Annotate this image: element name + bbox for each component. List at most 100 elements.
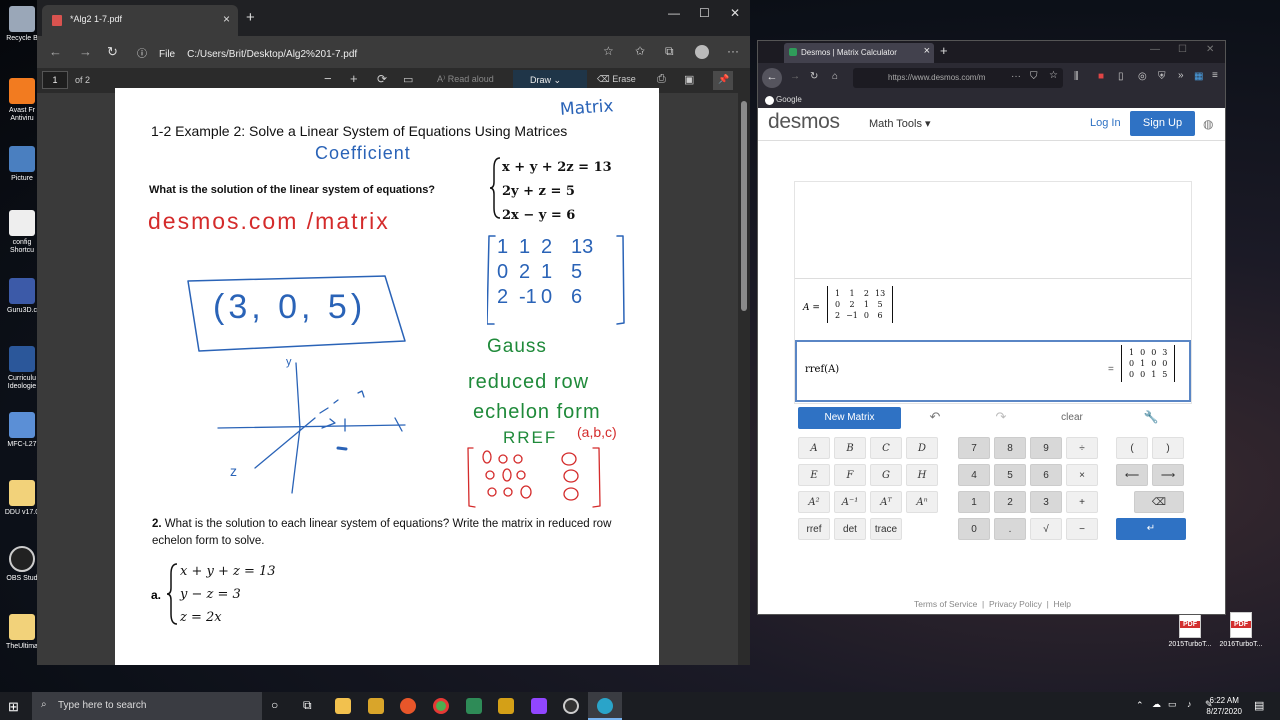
tray-chevron-icon[interactable]: ⌃ (1136, 700, 1144, 711)
privacy-link[interactable]: Privacy Policy (989, 599, 1042, 609)
signup-button[interactable]: Sign Up (1130, 111, 1195, 136)
key-left-arrow[interactable]: ⟵ (1116, 464, 1148, 486)
key-C[interactable]: C (870, 437, 902, 459)
matrix-cell[interactable]: 2 (832, 310, 843, 321)
avatar[interactable] (695, 45, 709, 59)
address-field[interactable]: ⓘ File C:/Users/Brit/Desktop/Alg2%201-7.pd… (137, 45, 357, 60)
undo-icon[interactable]: ↶ (924, 407, 946, 429)
key-close-paren[interactable]: ) (1152, 437, 1184, 459)
sidebar-icon[interactable]: ▯ (1118, 71, 1124, 82)
matrix-cell[interactable]: 6 (872, 310, 888, 321)
maximize-icon[interactable]: ☐ (699, 6, 710, 20)
favorites-icon[interactable]: ✩ (635, 44, 645, 58)
key-G[interactable]: G (870, 464, 902, 486)
new-tab-icon[interactable]: + (246, 9, 255, 26)
fit-page-icon[interactable]: ▭ (403, 73, 413, 86)
minimize-icon[interactable]: — (1150, 44, 1160, 55)
desktop-icon-ultimate[interactable]: TheUltima (2, 614, 42, 651)
forward-icon[interactable]: → (79, 44, 92, 59)
back-icon[interactable]: ← (762, 68, 782, 88)
desktop-icon-pdf-2016[interactable]: PDF 2016TurboT... (1215, 612, 1267, 648)
key-6[interactable]: 6 (1030, 464, 1062, 486)
matrix-cell[interactable]: 13 (872, 288, 888, 299)
key-2[interactable]: 2 (994, 491, 1026, 513)
twitch-icon[interactable] (531, 698, 547, 714)
extension-icon[interactable]: ■ (1098, 71, 1104, 82)
close-tab-icon[interactable]: × (924, 45, 930, 57)
expression-row[interactable]: rref(A) = 1003 0100 0015 (795, 340, 1191, 402)
scrollbar-thumb[interactable] (741, 101, 747, 311)
desktop-icon-obs[interactable]: OBS Stud (2, 546, 42, 583)
matrix-cell[interactable]: 1 (861, 299, 872, 310)
login-link[interactable]: Log In (1090, 117, 1121, 129)
minimize-icon[interactable]: — (668, 6, 680, 20)
key-7[interactable]: 7 (958, 437, 990, 459)
key-D[interactable]: D (906, 437, 938, 459)
favorite-star-icon[interactable]: ☆ (603, 44, 614, 58)
home-icon[interactable]: ⌂ (832, 71, 838, 82)
pin-toolbar-icon[interactable]: 📌 (713, 71, 733, 90)
notification-icon[interactable]: ▤ (1254, 699, 1264, 712)
cortana-icon[interactable]: ○ (271, 698, 278, 712)
key-rref[interactable]: rref (798, 518, 830, 540)
more-icon[interactable]: ··· (727, 44, 739, 58)
erase-button[interactable]: ⌫ Erase (597, 74, 636, 85)
refresh-icon[interactable]: ↻ (107, 44, 118, 60)
key-power[interactable]: Aⁿ (906, 491, 938, 513)
matrix-cell[interactable]: 1 (843, 288, 861, 299)
key-square[interactable]: A² (798, 491, 830, 513)
read-aloud-button[interactable]: A⁾ Read aloud (437, 74, 494, 85)
terms-link[interactable]: Terms of Service (914, 599, 977, 609)
volume-icon[interactable]: ♪ (1187, 699, 1192, 709)
matrix-cell[interactable]: 0 (832, 299, 843, 310)
key-trace[interactable]: trace (870, 518, 902, 540)
zoom-out-icon[interactable]: − (324, 71, 332, 86)
chrome-icon[interactable] (433, 698, 449, 714)
account-icon[interactable]: ◎ (1138, 71, 1147, 82)
desktop-icon-recycle-bin[interactable]: Recycle B (2, 6, 42, 43)
globe-icon[interactable]: ◍ (1203, 117, 1213, 131)
refresh-icon[interactable]: ↻ (810, 71, 818, 82)
wrench-icon[interactable]: 🔧 (1140, 407, 1162, 429)
onedrive-icon[interactable]: ☁ (1152, 699, 1161, 710)
network-icon[interactable]: ▭ (1168, 699, 1177, 710)
key-plus[interactable]: + (1066, 491, 1098, 513)
desktop-icon-pictures[interactable]: Picture (2, 146, 42, 183)
key-divide[interactable]: ÷ (1066, 437, 1098, 459)
save-icon[interactable]: ▣ (684, 73, 694, 86)
edge-taskbar-button[interactable] (588, 692, 622, 720)
key-E[interactable]: E (798, 464, 830, 486)
library-icon[interactable]: ⫼ (1074, 71, 1079, 82)
key-inverse[interactable]: A⁻¹ (834, 491, 866, 513)
collections-icon[interactable]: ⧉ (665, 44, 674, 59)
bookmark-google[interactable]: Google (776, 95, 802, 104)
key-right-arrow[interactable]: ⟶ (1152, 464, 1184, 486)
key-B[interactable]: B (834, 437, 866, 459)
shield-icon[interactable]: ⛨ (1158, 71, 1166, 82)
file-explorer-icon[interactable] (335, 698, 351, 714)
key-transpose[interactable]: Aᵀ (870, 491, 902, 513)
matrix-cell[interactable]: 5 (872, 299, 888, 310)
back-icon[interactable]: ← (49, 44, 62, 59)
key-decimal[interactable]: . (994, 518, 1026, 540)
matrix-cell[interactable]: −1 (843, 310, 861, 321)
new-tab-icon[interactable]: + (940, 43, 948, 58)
math-tools-menu[interactable]: Math Tools ▾ (869, 117, 931, 130)
key-det[interactable]: det (834, 518, 866, 540)
app3-icon[interactable] (498, 698, 514, 714)
key-A[interactable]: A (798, 437, 830, 459)
backspace-icon[interactable]: ⌫ (1134, 491, 1184, 513)
firefox-taskbar-icon[interactable] (400, 698, 416, 714)
desktop-icon-guru3d[interactable]: Guru3D.c (2, 278, 42, 315)
extensions-icon[interactable]: ▦ (1194, 71, 1203, 82)
windows-start-icon[interactable]: ⊞ (8, 699, 19, 715)
key-9[interactable]: 9 (1030, 437, 1062, 459)
help-link[interactable]: Help (1054, 599, 1071, 609)
desktop-icon-config[interactable]: config Shortcu (2, 210, 42, 255)
matrix-definition-row[interactable]: A = 1 1 2 13 0215 2 −1 0 6 (795, 278, 1191, 340)
desktop-icon-curriculum[interactable]: Curriculu Ideologie (2, 346, 42, 391)
app-icon[interactable] (368, 698, 384, 714)
redo-icon[interactable]: ↷ (990, 407, 1012, 429)
key-multiply[interactable]: × (1066, 464, 1098, 486)
key-5[interactable]: 5 (994, 464, 1026, 486)
